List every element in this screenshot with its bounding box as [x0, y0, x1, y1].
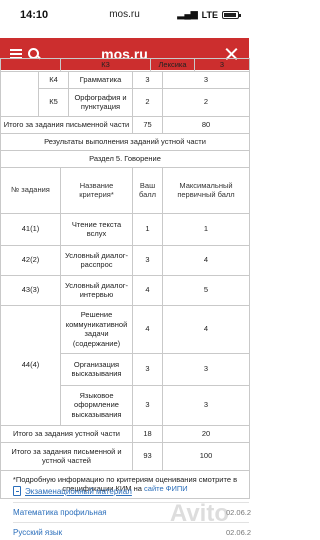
oral-section-subtitle: Раздел 5. Говорение: [0, 149, 250, 168]
header-row: № задания Название критерия* Ваш балл Ма…: [0, 166, 250, 214]
task-number: 42(2): [0, 244, 61, 276]
max-cell: 4: [162, 244, 250, 276]
score-cell: 4: [132, 304, 163, 354]
subject-date: 02.06.2: [225, 508, 251, 517]
total-all-score: 93: [132, 441, 163, 471]
oral-section-title: Результаты выполнения заданий устной час…: [0, 132, 250, 151]
network-type: LTE: [201, 9, 218, 20]
results-table: К3 Лексика 3 К4 Грамматика 3 3 К5 Орфогр…: [0, 58, 250, 499]
criterion-name: Чтение текста вслух: [60, 212, 133, 246]
criterion-code: К5: [38, 87, 69, 117]
task-number: 43(3): [0, 274, 61, 306]
max-cell: 4: [162, 304, 250, 354]
criterion-code: К3: [60, 58, 151, 72]
total-all-max: 100: [162, 441, 250, 471]
max-cell: 2: [162, 87, 250, 117]
total-all-label: Итого за задания письменной и устной час…: [0, 441, 133, 471]
criterion-name: Условный диалог-интервью: [60, 274, 133, 306]
task-number: 41(1): [0, 212, 61, 246]
table-row: 43(3) Условный диалог-интервью 4 5: [0, 274, 250, 306]
total-oral-max: 20: [162, 424, 250, 443]
max-cell: 5: [162, 274, 250, 306]
table-row: 44(4) Решение коммуникативной задачи (со…: [0, 304, 250, 426]
exam-material-link[interactable]: Экзаменационный материал: [13, 486, 132, 496]
table-row: 41(1) Чтение текста вслух 1 1: [0, 212, 250, 246]
status-indicators: ▂▄▆ LTE: [177, 9, 241, 20]
document-icon: [13, 486, 21, 496]
total-oral-row: Итого за задания устной части 18 20: [0, 424, 250, 443]
total-written-row: Итого за задания письменной части 75 80: [0, 115, 250, 134]
score-cell: 3: [194, 58, 250, 72]
criterion-code: К4: [38, 70, 69, 89]
header-your-score: Ваш балл: [132, 166, 163, 214]
criterion-name: Решение коммуникативной задачи (содержан…: [60, 304, 133, 354]
score-cell: 4: [132, 274, 163, 306]
table-row: 42(2) Условный диалог-расспрос 3 4: [0, 244, 250, 276]
score-cell: 3: [132, 384, 163, 426]
table-row: К4 Грамматика 3 3: [0, 70, 250, 117]
battery-icon: [222, 10, 241, 19]
criterion-name: Орфография и пунктуация: [68, 87, 133, 117]
header-max-score: Максимальный первичный балл: [162, 166, 250, 214]
total-written-score: 75: [132, 115, 163, 134]
header-task-no: № задания: [0, 166, 61, 214]
criterion-name: Языковое оформление высказывания: [60, 384, 133, 426]
score-cell: 3: [132, 352, 163, 386]
total-written-label: Итого за задания письменной части: [0, 115, 133, 134]
criterion-name: Организация высказывания: [60, 352, 133, 386]
score-cell: 1: [132, 212, 163, 246]
subject-row[interactable]: Русский язык 02.06.2: [13, 528, 251, 537]
subject-name: Русский язык: [13, 528, 63, 537]
max-cell: 3: [162, 70, 250, 89]
score-cell: 3: [132, 70, 163, 89]
score-cell: 3: [132, 244, 163, 276]
score-cell: 2: [132, 87, 163, 117]
signal-icon: ▂▄▆: [177, 9, 198, 19]
table-row: К5 Орфография и пунктуация 2 2: [1, 87, 250, 117]
max-cell: 1: [162, 212, 250, 246]
max-cell: 3: [162, 352, 250, 386]
total-written-max: 80: [162, 115, 250, 134]
criterion-name: Условный диалог-расспрос: [60, 244, 133, 276]
status-bar: 14:10 mos.ru ▂▄▆ LTE: [0, 0, 249, 30]
total-oral-score: 18: [132, 424, 163, 443]
table-row: К3 Лексика 3: [0, 58, 250, 72]
avito-watermark: Avito: [169, 500, 229, 527]
total-oral-label: Итого за задания устной части: [0, 424, 133, 443]
criterion-name: Грамматика: [68, 70, 133, 89]
criterion-name: Лексика: [150, 58, 195, 72]
fipi-link[interactable]: сайте ФИПИ: [144, 484, 188, 493]
header-criterion: Название критерия*: [60, 166, 133, 214]
max-cell: 3: [162, 384, 250, 426]
exam-material-label: Экзаменационный материал: [25, 486, 132, 496]
total-all-row: Итого за задания письменной и устной час…: [0, 441, 250, 471]
subject-name: Математика профильная: [13, 508, 107, 517]
subject-date: 02.06.2: [225, 528, 251, 537]
task-number: 44(4): [0, 304, 61, 426]
